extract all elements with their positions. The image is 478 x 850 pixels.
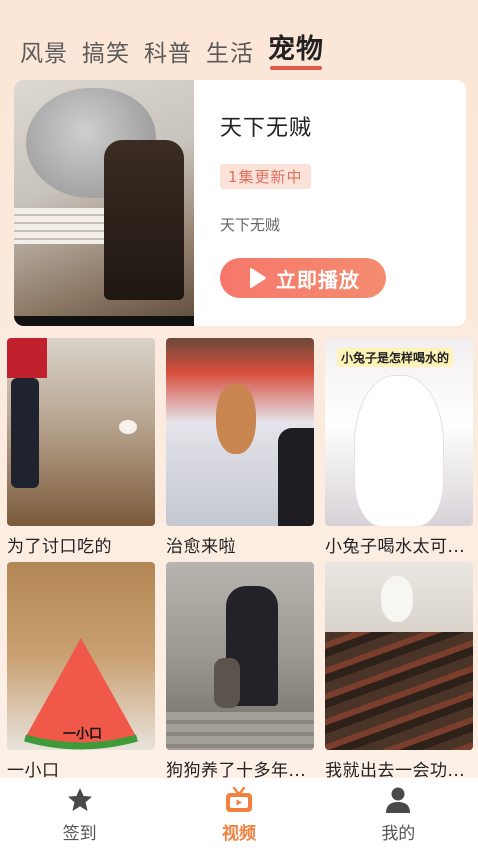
nav-checkin-label: 签到	[62, 823, 97, 844]
nav-profile[interactable]: 我的	[338, 785, 458, 844]
video-card[interactable]: 一小口 一小口	[7, 562, 155, 781]
rabbit-overlay-text: 小兔子是怎样喝水的	[337, 348, 454, 367]
watermelon-overlay-text: 一小口	[63, 727, 103, 742]
tv-icon	[225, 786, 252, 812]
featured-video-card[interactable]: 天下无贼 1集更新中 天下无贼 立即播放	[14, 80, 466, 326]
video-caption: 小兔子喝水太可...	[325, 537, 466, 557]
tab-pets[interactable]: 宠物	[268, 34, 324, 70]
nav-checkin[interactable]: 签到	[20, 785, 140, 844]
play-now-button[interactable]: 立即播放	[220, 258, 386, 298]
video-card[interactable]: 为了讨口吃的	[7, 338, 155, 557]
white-rabbit	[355, 376, 443, 526]
tab-science[interactable]: 科普	[144, 38, 192, 70]
video-thumbnail[interactable]: 小兔子是怎样喝水的	[325, 338, 473, 526]
featured-thumbnail[interactable]	[14, 80, 194, 326]
crawfish-floor	[325, 632, 473, 750]
video-card[interactable]: 我就出去一会功...	[325, 562, 473, 781]
video-card[interactable]: 小兔子是怎样喝水的 小兔子喝水太可...	[325, 338, 473, 557]
tab-funny[interactable]: 搞笑	[82, 38, 130, 70]
white-dog	[381, 576, 413, 622]
poodle-puppy	[216, 384, 256, 454]
nav-video[interactable]: 视频	[179, 785, 299, 844]
bottom-nav: 签到 视频 我的	[0, 778, 478, 850]
person-legs	[11, 378, 39, 488]
video-thumbnail[interactable]	[325, 562, 473, 750]
tab-life[interactable]: 生活	[206, 38, 254, 70]
nav-video-label: 视频	[221, 823, 256, 844]
episode-badge: 1集更新中	[220, 164, 311, 189]
play-icon	[250, 268, 266, 288]
star-icon	[67, 787, 92, 811]
red-sleeve	[7, 338, 47, 378]
stairs	[166, 712, 314, 750]
bag-shape	[104, 140, 184, 300]
video-caption: 为了讨口吃的	[7, 537, 112, 557]
tab-scenery[interactable]: 风景	[20, 38, 68, 70]
featured-subtitle: 天下无贼	[220, 216, 281, 234]
dog	[214, 658, 240, 708]
person-icon	[386, 787, 411, 813]
video-caption: 治愈来啦	[166, 537, 236, 557]
video-thumbnail[interactable]: 一小口	[7, 562, 155, 750]
video-card[interactable]: 治愈来啦	[166, 338, 314, 557]
video-thumbnail[interactable]	[7, 338, 155, 526]
category-tabs: 风景 搞笑 科普 生活 宠物	[20, 26, 458, 70]
small-dog	[119, 420, 137, 434]
video-thumbnail[interactable]	[166, 338, 314, 526]
featured-title: 天下无贼	[220, 116, 313, 141]
nav-profile-label: 我的	[381, 823, 416, 844]
person-arm	[278, 428, 314, 526]
table-edge	[14, 316, 194, 326]
video-card[interactable]: 狗狗养了十多年...	[166, 562, 314, 781]
play-now-label: 立即播放	[276, 267, 360, 292]
video-thumbnail[interactable]	[166, 562, 314, 750]
